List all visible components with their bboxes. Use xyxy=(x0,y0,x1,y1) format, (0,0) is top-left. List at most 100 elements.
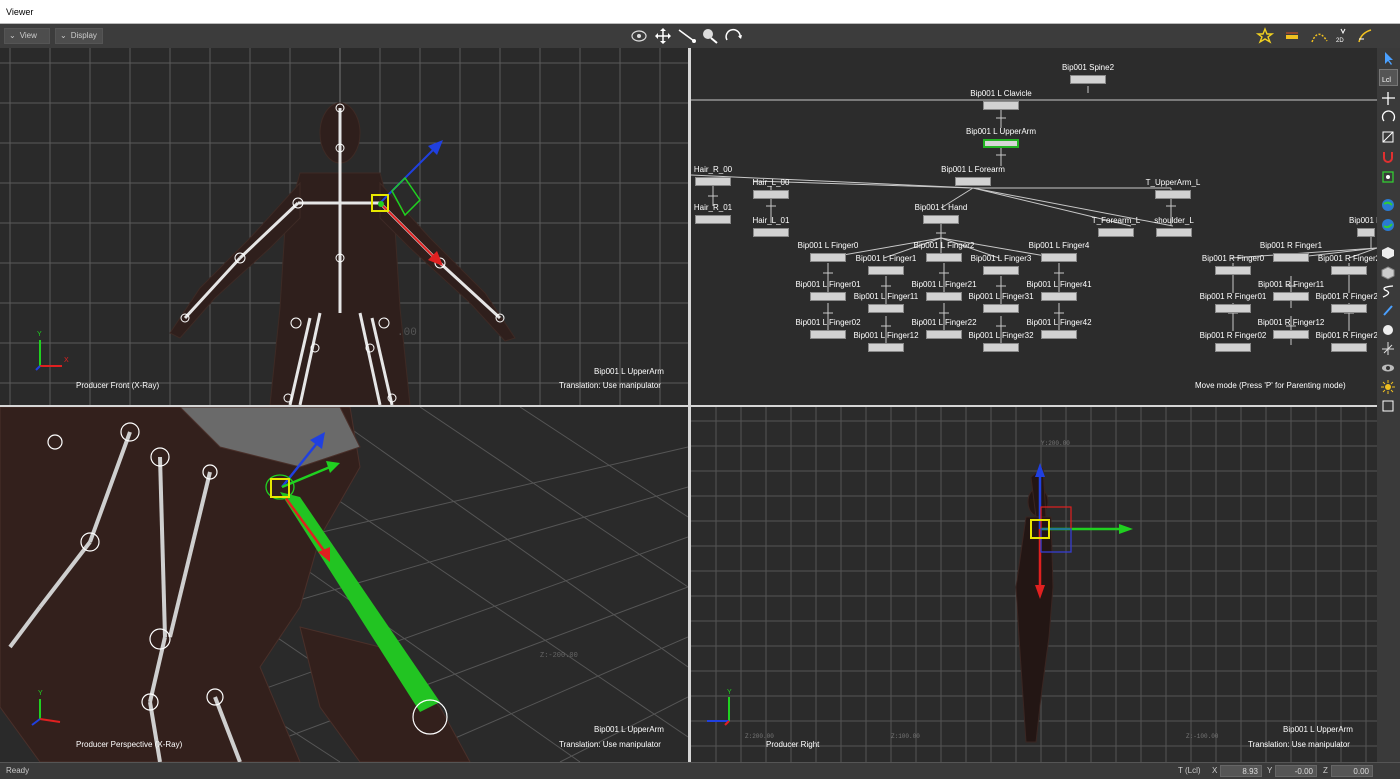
cube-icon[interactable] xyxy=(1379,244,1398,261)
z-value-field[interactable]: 0.00 xyxy=(1331,765,1373,777)
display-menu-button[interactable]: ⌄ Display xyxy=(55,28,103,44)
overlay-number: .00 xyxy=(397,327,417,339)
y-value-field[interactable]: -0.00 xyxy=(1275,765,1317,777)
schematic-node[interactable]: Bip001 L Finger1 xyxy=(856,254,916,278)
chevron-down-icon: ⌄ xyxy=(60,31,67,40)
schematic-node[interactable]: Bip001 R Finger01 xyxy=(1200,292,1266,316)
front-grid: .00 Y X xyxy=(0,48,688,405)
move-icon[interactable] xyxy=(653,27,673,45)
schematic-node[interactable]: Bip001 R Finger1 xyxy=(1260,241,1322,265)
schematic-node[interactable]: Bip001 L Finger2 xyxy=(914,241,974,265)
manipulator-mode: Translation: Use manipulator xyxy=(559,740,661,749)
brush-icon[interactable] xyxy=(1355,27,1375,45)
axis-icon[interactable] xyxy=(1379,340,1398,357)
schematic-node[interactable]: Bip001 L Finger42 xyxy=(1026,318,1092,342)
rotate-icon[interactable] xyxy=(1379,109,1398,126)
manipulator-mode: Translation: Use manipulator xyxy=(1248,740,1350,749)
character-model xyxy=(169,102,516,405)
schematic-node[interactable]: Bip001 Spine2 xyxy=(1062,63,1114,87)
top-axis-label: Y:200.00 xyxy=(1041,440,1070,447)
axis-y-label: Y xyxy=(38,690,43,697)
right-viewport[interactable]: Y:200.00 Z:200.00 Z:100.00 Z:-100.00 Y P… xyxy=(691,407,1377,762)
spline-icon[interactable] xyxy=(1379,283,1398,300)
favorites-star-icon[interactable] xyxy=(1255,27,1276,45)
schematic-node[interactable]: Bip001 L Clavicle xyxy=(970,89,1032,113)
character-closeup xyxy=(0,407,471,762)
pivot-icon[interactable] xyxy=(1379,168,1398,185)
selection-name: Bip001 L UpperArm xyxy=(594,725,664,734)
brush-tool-icon[interactable] xyxy=(1379,302,1398,319)
viewport-name: Producer Front (X-Ray) xyxy=(76,381,160,390)
viewport-divider-horizontal[interactable] xyxy=(0,405,1377,407)
schematic-node-selected[interactable]: Bip001 L UpperArm xyxy=(966,127,1036,151)
schematic-node[interactable]: Hair_L_00 xyxy=(753,178,789,202)
schematic-node[interactable]: Bip001 R Finger0 xyxy=(1202,254,1264,278)
schematic-node[interactable]: Bip001 L Finger21 xyxy=(911,280,977,304)
schematic-node[interactable]: Bip001 R Finger2 xyxy=(1318,254,1377,278)
schematic-node[interactable]: Bip001 R Finger02 xyxy=(1200,331,1266,355)
cube-wire-icon[interactable] xyxy=(1379,264,1398,281)
schematic-node[interactable]: Bip001 R Finger11 xyxy=(1258,280,1324,304)
schematic-node[interactable]: Bip001 R Finger12 xyxy=(1258,318,1324,342)
schematic-node[interactable]: T_Forearm_L xyxy=(1092,216,1140,240)
key-icon[interactable] xyxy=(1283,27,1303,45)
pan-icon[interactable] xyxy=(677,27,697,45)
schematic-node[interactable]: Bip001 L Finger0 xyxy=(798,241,858,265)
light-icon[interactable] xyxy=(1379,378,1398,395)
schematic-node[interactable]: Bip001 R xyxy=(1349,216,1377,240)
right-grid: Y:200.00 Z:200.00 Z:100.00 Z:-100.00 Y xyxy=(691,407,1377,762)
schematic-node[interactable]: Bip001 L Finger41 xyxy=(1026,280,1092,304)
schematic-node[interactable]: Bip001 R Finger22 xyxy=(1316,331,1377,355)
schematic-node[interactable]: Bip001 L Finger3 xyxy=(971,254,1031,278)
sphere-icon[interactable] xyxy=(1379,321,1398,338)
eye-icon[interactable] xyxy=(1379,359,1398,376)
selection-name: Bip001 L UpperArm xyxy=(594,367,664,376)
schematic-node[interactable]: Hair_R_00 xyxy=(694,165,732,189)
schematic-node[interactable]: Bip001 L Hand xyxy=(915,203,967,227)
axis-gizmo: Y xyxy=(707,689,732,726)
orbit-icon[interactable] xyxy=(629,27,649,45)
schematic-node[interactable]: Hair_L_01 xyxy=(753,216,789,240)
status-text: Ready xyxy=(6,766,30,775)
rotate-view-icon[interactable] xyxy=(723,27,743,45)
schematic-node[interactable]: shoulder_L xyxy=(1154,216,1194,240)
perspective-viewport[interactable]: Z:-200.00 Y Producer Perspective (X-Ray)… xyxy=(0,407,688,762)
schematic-node[interactable]: Bip001 L Finger4 xyxy=(1029,241,1089,265)
globe-local-icon[interactable] xyxy=(1379,216,1398,233)
schematic-links xyxy=(691,86,1377,345)
schematic-node[interactable]: Bip001 L Finger01 xyxy=(795,280,861,304)
2d-view-icon[interactable]: 2D xyxy=(1333,27,1353,45)
schematic-mode: Move mode (Press 'P' for Parenting mode) xyxy=(1195,381,1346,390)
scale-icon[interactable] xyxy=(1379,128,1398,145)
schematic-viewport[interactable]: Bip001 Spine2 Bip001 L Clavicle Bip001 L… xyxy=(691,48,1377,405)
schematic-node[interactable]: Bip001 L Forearm xyxy=(941,165,1005,189)
z-label: Z:100.00 xyxy=(891,733,920,740)
viewer-toolbar: ⌄ View ⌄ Display 2D xyxy=(0,24,1400,48)
schematic-node[interactable]: Hair_R_01 xyxy=(694,203,732,227)
lcl-toggle-icon[interactable]: Lcl xyxy=(1379,69,1398,86)
schematic-node[interactable]: Bip001 L Finger02 xyxy=(795,318,861,342)
schematic-node[interactable]: Bip001 L Finger32 xyxy=(968,331,1034,355)
schematic-node[interactable]: Bip001 L Finger11 xyxy=(854,292,918,316)
schematic-node[interactable]: Bip001 L Finger12 xyxy=(853,331,919,355)
axis-y-label: Y xyxy=(37,331,42,338)
curve-icon[interactable] xyxy=(1310,27,1330,45)
view-menu-button[interactable]: ⌄ View xyxy=(4,28,50,44)
frame-icon[interactable] xyxy=(1379,397,1398,414)
right-toolbar: Lcl xyxy=(1377,48,1400,762)
front-viewport[interactable]: .00 Y X Producer Front (X-Ray) Bip001 L … xyxy=(0,48,688,405)
schematic-node[interactable]: Bip001 R Finger21 xyxy=(1316,292,1377,316)
globe-icon[interactable] xyxy=(1379,196,1398,213)
select-arrow-icon[interactable] xyxy=(1379,50,1398,67)
schematic-node[interactable]: T_UpperArm_L xyxy=(1146,178,1200,202)
schematic-node[interactable]: Bip001 L Finger22 xyxy=(911,318,977,342)
x-value-field[interactable]: 8.93 xyxy=(1220,765,1262,777)
magnet-icon[interactable] xyxy=(1379,148,1398,165)
z-label: Z:-100.00 xyxy=(1186,733,1219,740)
schematic-node[interactable]: Bip001 L Finger31 xyxy=(968,292,1034,316)
window-title: Viewer xyxy=(0,0,1400,24)
translate-icon[interactable] xyxy=(1379,90,1398,107)
zoom-icon[interactable] xyxy=(700,27,720,45)
axis-y-label: Y xyxy=(727,689,732,696)
display-menu-label: Display xyxy=(70,31,97,40)
